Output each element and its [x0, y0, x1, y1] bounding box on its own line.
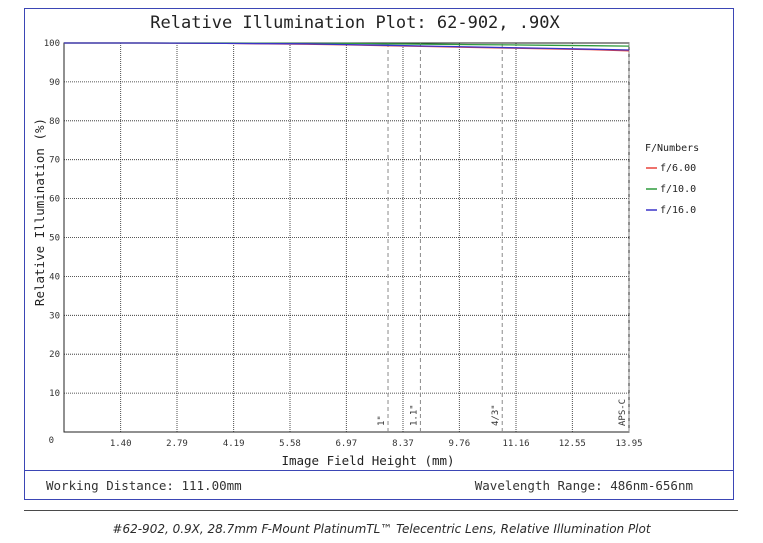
- y-axis-label: Relative Illumination (%): [32, 118, 47, 306]
- x-tick-label: 13.95: [615, 439, 642, 449]
- y-tick-label: 50: [49, 234, 60, 244]
- x-tick-label: 4.19: [223, 439, 245, 449]
- relative-illumination-chart: Relative Illumination Plot: 62-902, .90X…: [32, 13, 699, 468]
- x-tick-label: 5.58: [279, 439, 301, 449]
- sensor-marker-label: 1.1": [409, 404, 419, 426]
- origin-label: 0: [49, 436, 54, 446]
- x-tick-label: 8.37: [392, 439, 414, 449]
- y-tick-label: 20: [49, 350, 60, 360]
- figure-caption: #62-902, 0.9X, 28.7mm F-Mount PlatinumTL…: [112, 522, 651, 536]
- wavelength-range: Wavelength Range: 486nm-656nm: [474, 478, 693, 493]
- chart-title: Relative Illumination Plot: 62-902, .90X: [150, 13, 560, 33]
- legend-item-label: f/10.0: [660, 184, 696, 195]
- caption-rule: [24, 510, 738, 511]
- legend-title: F/Numbers: [645, 143, 699, 154]
- working-distance: Working Distance: 111.00mm: [46, 478, 242, 493]
- y-tick-label: 80: [49, 117, 60, 127]
- y-tick-label: 70: [49, 156, 60, 166]
- legend: F/Numbers f/6.00 f/10.0 f/16.0: [645, 143, 699, 216]
- y-tick-label: 40: [49, 272, 60, 282]
- sensor-marker-label: 4/3": [491, 404, 501, 426]
- x-tick-label: 1.40: [110, 439, 132, 449]
- y-tick-label: 60: [49, 195, 60, 205]
- sensor-marker-label: 1": [377, 415, 387, 426]
- y-tick-label: 30: [49, 311, 60, 321]
- sensor-marker-label: APS-C: [618, 399, 628, 426]
- x-tick-label: 6.97: [335, 439, 357, 449]
- x-tick-label: 11.16: [502, 439, 529, 449]
- y-tick-label: 10: [49, 389, 60, 399]
- x-axis-label: Image Field Height (mm): [281, 453, 454, 468]
- x-tick-label: 12.55: [559, 439, 586, 449]
- legend-item-label: f/6.00: [660, 163, 696, 174]
- legend-item-label: f/16.0: [660, 205, 696, 216]
- y-tick-label: 100: [44, 39, 60, 49]
- y-tick-label: 90: [49, 78, 60, 88]
- x-tick-label: 9.76: [448, 439, 470, 449]
- x-tick-label: 2.79: [166, 439, 188, 449]
